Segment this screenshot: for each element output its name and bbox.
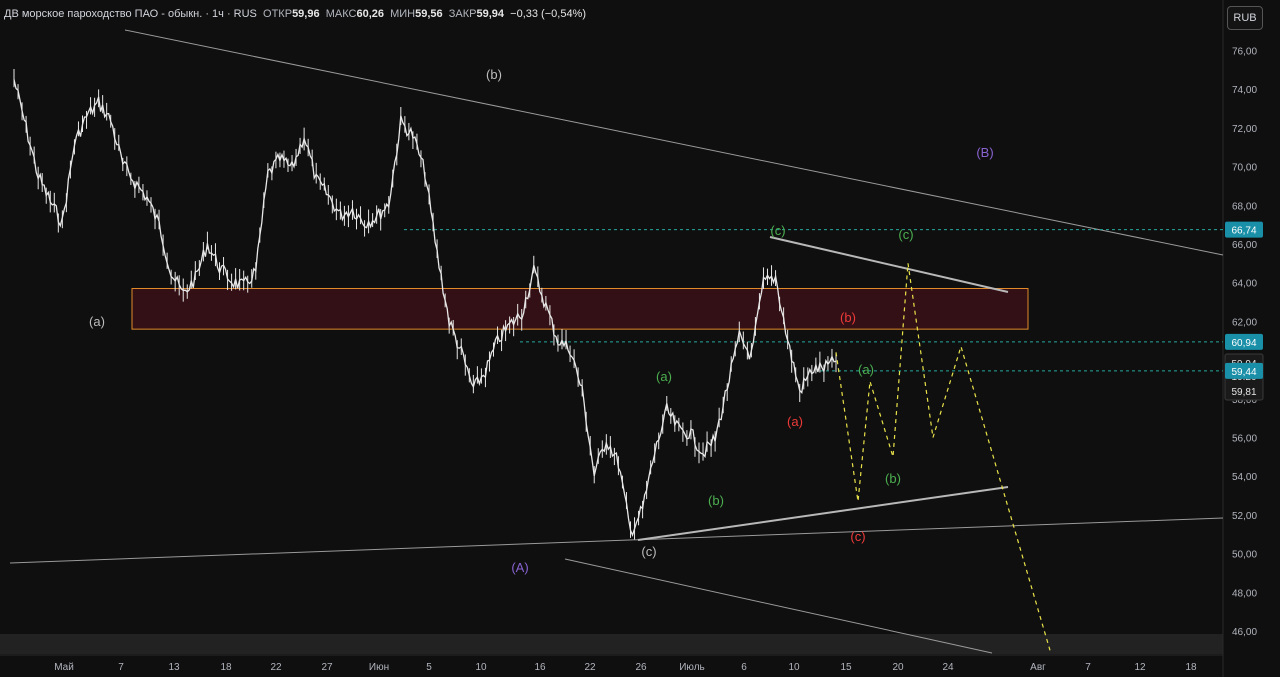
- x-tick-label: 18: [220, 662, 232, 673]
- wave-label: (b): [885, 471, 901, 486]
- price-chart[interactable]: (b) (a) (B) (c) (c) (b) (a) (a) (a) (b) (b) (c) (c) (…: [0, 0, 1280, 677]
- close-value: 59,94: [476, 8, 505, 20]
- x-tick-label: 22: [584, 662, 596, 673]
- low-value: 59,56: [415, 8, 443, 20]
- wave-label: (b): [840, 310, 856, 325]
- y-tick-label: 52,00: [1232, 511, 1257, 522]
- y-tick-label: 68,00: [1232, 201, 1257, 212]
- x-tick-label: Май: [54, 662, 74, 673]
- x-tick-label: 22: [270, 662, 282, 673]
- y-tick-label: 46,00: [1232, 627, 1257, 638]
- x-tick-label: 27: [321, 662, 333, 673]
- wave-label: (c): [850, 529, 865, 544]
- y-tick-label: 50,00: [1232, 550, 1257, 561]
- wave-label: (a): [656, 369, 672, 384]
- x-tick-label: 18: [1185, 662, 1197, 673]
- level-badge-text: 60,94: [1231, 338, 1256, 349]
- wave-label: (c): [641, 544, 656, 559]
- close-label: ЗАКР: [448, 8, 477, 20]
- resistance-zone[interactable]: [131, 288, 1029, 330]
- x-tick-label: Июн: [369, 662, 389, 673]
- level-badge-text: 66,74: [1231, 226, 1256, 237]
- y-tick-label: 62,00: [1232, 317, 1257, 328]
- wave-label: (a): [787, 414, 803, 429]
- change-value: −0,33 (−0,54%): [510, 8, 587, 20]
- y-tick-label: 54,00: [1232, 472, 1257, 483]
- wave-label: (B): [976, 145, 993, 160]
- y-tick-label: 66,00: [1232, 240, 1257, 251]
- wave-label: (b): [486, 67, 502, 82]
- x-tick-label: 20: [892, 662, 904, 673]
- x-tick-label: 16: [534, 662, 546, 673]
- x-tick-label: 7: [118, 662, 124, 673]
- x-tick-label: Июль: [679, 662, 705, 673]
- x-tick-label: 7: [1085, 662, 1091, 673]
- y-tick-label: 48,00: [1232, 588, 1257, 599]
- symbol-header[interactable]: ДВ морское пароходство ПАО - обыкн. · 1ч…: [4, 8, 586, 20]
- volume-strip: [0, 634, 1223, 654]
- high-value: 60,26: [356, 8, 384, 20]
- x-tick-label: 10: [475, 662, 487, 673]
- currency-button[interactable]: RUB: [1227, 6, 1263, 30]
- x-tick-label: 6: [741, 662, 747, 673]
- wave-label: (c): [770, 223, 785, 238]
- wave-label: (A): [511, 560, 528, 575]
- x-tick-label: 24: [942, 662, 954, 673]
- y-tick-label: 74,00: [1232, 85, 1257, 96]
- current-price-text: 59,81: [1231, 387, 1256, 398]
- x-tick-label: 10: [788, 662, 800, 673]
- open-label: ОТКР: [263, 8, 293, 20]
- wave-label: (b): [708, 493, 724, 508]
- wave-label: (a): [89, 314, 105, 329]
- interval-text: · 1ч · RUS: [205, 8, 257, 20]
- y-tick-label: 76,00: [1232, 47, 1257, 58]
- low-label: МИН: [390, 8, 416, 20]
- x-tick-label: Авг: [1030, 662, 1046, 673]
- wave-label: (c): [898, 227, 913, 242]
- x-tick-label: 5: [426, 662, 432, 673]
- x-tick-label: 12: [1134, 662, 1146, 673]
- y-tick-label: 56,00: [1232, 434, 1257, 445]
- y-tick-label: 70,00: [1232, 163, 1257, 174]
- level-badge-text: 59,44: [1231, 367, 1256, 378]
- high-label: МАКС: [325, 8, 357, 20]
- wave-label: (a): [858, 362, 874, 377]
- open-value: 59,96: [292, 8, 320, 20]
- x-tick-label: 13: [168, 662, 180, 673]
- y-tick-label: 72,00: [1232, 124, 1257, 135]
- x-tick-label: 15: [840, 662, 852, 673]
- x-tick-label: 26: [635, 662, 647, 673]
- symbol-name[interactable]: ДВ морское пароходство ПАО - обыкн.: [4, 8, 202, 20]
- y-tick-label: 64,00: [1232, 279, 1257, 290]
